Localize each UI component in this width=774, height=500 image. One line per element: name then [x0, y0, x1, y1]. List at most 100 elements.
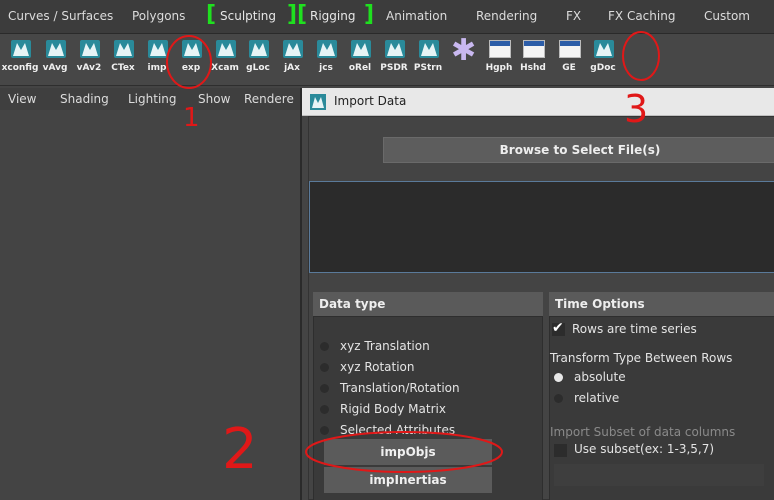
- time-options-panel: Rows are time series Transform Type Betw…: [549, 316, 774, 500]
- import-data-dialog: Import Data Browse to Select File(s) Dat…: [300, 88, 774, 500]
- shelf-button-hshd[interactable]: Hshd: [516, 38, 550, 82]
- highlight-bracket-left: [: [206, 2, 217, 27]
- tab-curves-surfaces[interactable]: Curves / Surfaces: [8, 9, 113, 23]
- menu-show[interactable]: Show: [198, 92, 230, 106]
- impobjs-button[interactable]: impObjs: [324, 439, 492, 465]
- maya-icon: [46, 40, 66, 58]
- radio-relative[interactable]: relative: [554, 391, 619, 405]
- shelf-button-xcam[interactable]: Xcam: [208, 38, 242, 82]
- browse-files-button[interactable]: Browse to Select File(s): [383, 137, 774, 163]
- shelf-button-jax[interactable]: jAx: [275, 38, 309, 82]
- tab-polygons[interactable]: Polygons: [132, 9, 185, 23]
- shelf-button-hgph[interactable]: Hgph: [482, 38, 516, 82]
- radio-label: Selected Attributes: [340, 423, 456, 437]
- radio-dot: [320, 426, 329, 435]
- subset-heading: Import Subset of data columns: [550, 425, 736, 439]
- radio-dot: [320, 363, 329, 372]
- radio-xyz-translation[interactable]: xyz Translation: [320, 339, 430, 353]
- shelf-button-xconfig[interactable]: xconfig: [2, 38, 38, 82]
- menu-view[interactable]: View: [8, 92, 36, 106]
- shelf-button-gdoc[interactable]: gDoc: [586, 38, 620, 82]
- viewport[interactable]: [0, 110, 300, 500]
- shelf-button-pstrn[interactable]: PStrn: [411, 38, 445, 82]
- window-icon: [523, 40, 545, 58]
- maya-icon: [283, 40, 303, 58]
- shelf-button-ge[interactable]: GE: [552, 38, 586, 82]
- file-list[interactable]: [309, 181, 774, 273]
- maya-icon: [114, 40, 134, 58]
- maya-icon: [80, 40, 100, 58]
- dialog-body: Browse to Select File(s) Data type xyz T…: [308, 116, 774, 500]
- shelf-button-ctex[interactable]: CTex: [106, 38, 140, 82]
- use-subset-label: Use subset(ex: 1-3,5,7): [574, 442, 715, 456]
- dialog-title: Import Data: [334, 94, 407, 108]
- tab-sculpting[interactable]: Sculpting: [220, 9, 276, 23]
- data-type-heading: Data type: [313, 292, 543, 316]
- shelf-button-imp[interactable]: imp: [140, 38, 174, 82]
- radio-dot: [320, 342, 329, 351]
- rows-time-series-label: Rows are time series: [572, 322, 697, 336]
- maya-icon: [385, 40, 405, 58]
- tab-custom[interactable]: Custom: [704, 9, 750, 23]
- highlight-bracket-right: ]: [364, 2, 375, 27]
- shelf-button-orel[interactable]: oRel: [343, 38, 377, 82]
- dialog-title-bar[interactable]: Import Data: [302, 88, 774, 116]
- shelf-button-gloc[interactable]: gLoc: [241, 38, 275, 82]
- menu-lighting[interactable]: Lighting: [128, 92, 177, 106]
- maya-icon: [594, 40, 614, 58]
- shelf-button-vav2[interactable]: vAv2: [72, 38, 106, 82]
- panel-menu-bar: View Shading Lighting Show Rendere: [0, 88, 300, 110]
- radio-label: xyz Translation: [340, 339, 430, 353]
- time-options-heading: Time Options: [549, 292, 774, 316]
- window-icon: [559, 40, 581, 58]
- radio-label: relative: [574, 391, 620, 405]
- shelf-button-jcs[interactable]: jcs: [309, 38, 343, 82]
- shelf-button-psdr[interactable]: PSDR: [377, 38, 411, 82]
- tab-animation[interactable]: Animation: [386, 9, 447, 23]
- shelf-button-label: gDoc: [590, 63, 616, 73]
- radio-absolute[interactable]: absolute: [554, 370, 626, 384]
- radio-selected-attributes[interactable]: Selected Attributes: [320, 423, 455, 437]
- radio-rigid-body-matrix[interactable]: Rigid Body Matrix: [320, 402, 446, 416]
- shelf-button-label: PStrn: [413, 63, 443, 73]
- maya-icon: [310, 94, 326, 110]
- radio-dot: [554, 373, 563, 382]
- subset-input[interactable]: [554, 464, 764, 486]
- transform-type-label: Transform Type Between Rows: [550, 351, 733, 365]
- tab-rendering[interactable]: Rendering: [476, 9, 537, 23]
- radio-label: xyz Rotation: [340, 360, 415, 374]
- maya-icon: [419, 40, 439, 58]
- maya-icon: [351, 40, 371, 58]
- use-subset-checkbox[interactable]: [554, 444, 567, 457]
- menu-renderer[interactable]: Rendere: [244, 92, 294, 106]
- radio-xyz-rotation[interactable]: xyz Rotation: [320, 360, 415, 374]
- impinertias-button[interactable]: impInertias: [324, 467, 492, 493]
- shelf-button-vavg[interactable]: vAvg: [38, 38, 72, 82]
- rows-time-series-checkbox[interactable]: [552, 320, 565, 336]
- menu-set-tabs: Curves / Surfaces Polygons [ Sculpting ]…: [0, 0, 774, 34]
- tab-fx-caching[interactable]: FX Caching: [608, 9, 675, 23]
- shelf: xconfig vAvg vAv2 CTex imp exp Xcam gLoc jAx jcs o…: [0, 34, 774, 86]
- tab-fx[interactable]: FX: [566, 9, 581, 23]
- menu-shading[interactable]: Shading: [60, 92, 109, 106]
- radio-dot: [320, 384, 329, 393]
- window-icon: [489, 40, 511, 58]
- maya-icon: [182, 40, 202, 58]
- maya-icon: [11, 40, 31, 58]
- radio-label: Translation/Rotation: [340, 381, 460, 395]
- maya-icon: [317, 40, 337, 58]
- shelf-button-exp[interactable]: exp: [174, 38, 208, 82]
- tab-rigging[interactable]: Rigging: [310, 9, 355, 23]
- data-type-panel: xyz Translation xyz Rotation Translation…: [313, 316, 543, 500]
- radio-dot: [320, 405, 329, 414]
- asterisk-icon: ✱: [451, 33, 477, 68]
- maya-icon: [216, 40, 236, 58]
- highlight-bracket-mid: ][: [287, 2, 308, 27]
- radio-label: absolute: [574, 370, 626, 384]
- maya-icon: [148, 40, 168, 58]
- radio-dot: [554, 394, 563, 403]
- shelf-button-asterisk[interactable]: ✱: [447, 33, 481, 82]
- radio-translation-rotation[interactable]: Translation/Rotation: [320, 381, 460, 395]
- radio-label: Rigid Body Matrix: [340, 402, 446, 416]
- maya-icon: [249, 40, 269, 58]
